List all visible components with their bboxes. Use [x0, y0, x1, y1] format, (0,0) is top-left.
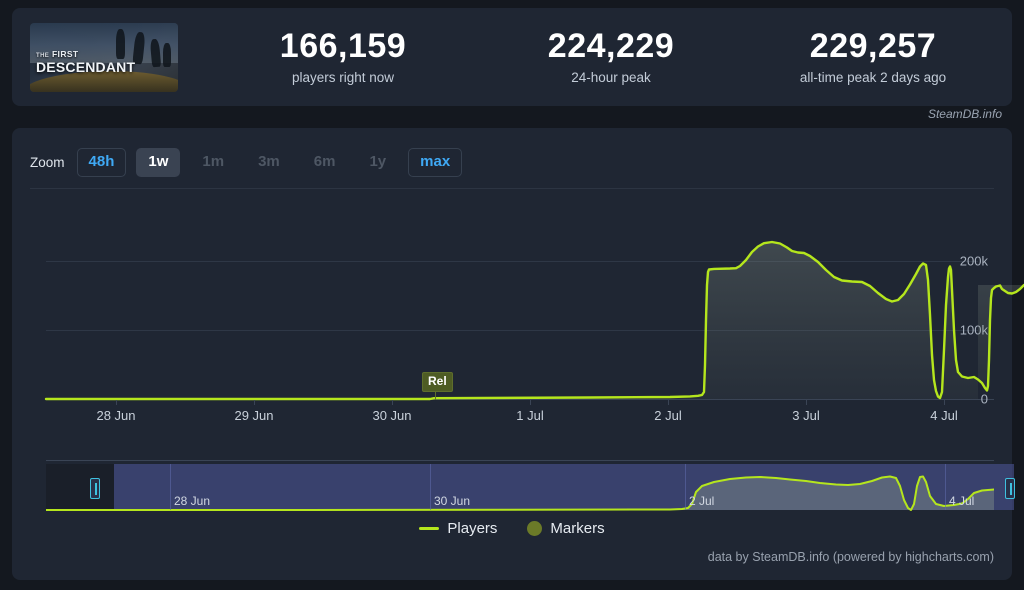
steamdb-watermark: SteamDB.info [927, 107, 1002, 121]
players-area-fill [46, 242, 1024, 399]
zoom-button-1m[interactable]: 1m [190, 148, 236, 177]
zoom-divider [30, 188, 994, 189]
stat-value: 166,159 [279, 27, 407, 66]
legend-item-markers[interactable]: Markers [527, 520, 605, 537]
players-line-icon [419, 527, 440, 530]
legend-label: Markers [550, 520, 605, 537]
legend-label: Players [447, 520, 498, 537]
zoom-label: Zoom [30, 154, 65, 170]
navigator-top-line [46, 460, 994, 461]
capsule-character-icon [115, 29, 125, 60]
x-axis-label-1-jul: 1 Jul [516, 408, 544, 423]
stat-24-hour-peak: 224,229 24-hour peak [496, 27, 726, 85]
navigator[interactable]: 28 Jun 30 Jun 2 Jul 4 Jul [30, 460, 1015, 511]
navigator-left-handle[interactable] [90, 478, 100, 499]
zoom-button-6m[interactable]: 6m [302, 148, 348, 177]
zoom-button-3m[interactable]: 3m [246, 148, 292, 177]
stat-label: 24-hour peak [571, 69, 651, 85]
markers-dot-icon [527, 521, 543, 536]
stat-value: 229,257 [809, 27, 937, 66]
zoom-button-48h[interactable]: 48h [76, 148, 127, 177]
x-axis-label-2-jul: 2 Jul [654, 408, 682, 423]
navigator-gridline [945, 464, 946, 510]
x-tick [254, 400, 255, 405]
release-marker-flag[interactable]: Rel [422, 372, 453, 393]
zoom-button-max[interactable]: max [408, 148, 463, 177]
stat-label: all-time peak 2 days ago [799, 69, 947, 85]
navigator-date-4-jul: 4 Jul [949, 494, 975, 508]
x-axis-label-28-jun: 28 Jun [96, 408, 136, 423]
x-axis-label-4-jul: 4 Jul [930, 408, 958, 423]
stat-all-time-peak: 229,257 all-time peak 2 days ago [748, 27, 998, 85]
legend-item-players[interactable]: Players [419, 520, 497, 537]
x-tick [116, 400, 117, 405]
players-series-svg [44, 240, 1024, 401]
stats-panel: THE FIRST DESCENDANT 166,159 players rig… [12, 8, 1012, 106]
main-plot-area[interactable]: 200k 100k 0 Rel 28 Jun 29 Jun 30 Jun 1 J… [30, 200, 1024, 460]
navigator-date-28-jun: 28 Jun [174, 494, 211, 508]
stat-value: 224,229 [547, 27, 675, 66]
x-tick [392, 400, 393, 405]
x-tick [668, 400, 669, 405]
navigator-right-handle[interactable] [1005, 478, 1015, 499]
navigator-gridline [430, 464, 431, 510]
game-capsule-image[interactable]: THE FIRST DESCENDANT [30, 22, 178, 92]
x-axis-label-30-jun: 30 Jun [372, 408, 412, 423]
chart-credit: data by SteamDB.info (powered by highcha… [707, 550, 994, 564]
chart-panel: Zoom 48h 1w 1m 3m 6m 1y max 200k 100k 0 [12, 128, 1024, 580]
navigator-gridline [685, 464, 686, 510]
navigator-date-30-jun: 30 Jun [434, 494, 471, 508]
capsule-title-line2: DESCENDANT [36, 58, 136, 75]
x-axis-label-29-jun: 29 Jun [234, 408, 274, 423]
navigator-gridline [170, 464, 171, 510]
chart-legend: Players Markers [12, 520, 1012, 537]
x-tick [806, 400, 807, 405]
steamdb-chart-page: THE FIRST DESCENDANT 166,159 players rig… [0, 0, 1024, 590]
capsule-title-line1: THE FIRST [36, 49, 79, 59]
x-tick [944, 400, 945, 405]
stat-label: players right now [291, 69, 395, 85]
x-tick [530, 400, 531, 405]
capsule-title-first: FIRST [51, 48, 79, 59]
zoom-button-1w[interactable]: 1w [136, 148, 181, 177]
capsule-character-icon [163, 43, 172, 68]
zoom-button-1y[interactable]: 1y [357, 148, 398, 177]
stat-players-right-now: 166,159 players right now [218, 27, 468, 85]
release-marker-stem [435, 392, 436, 400]
navigator-date-2-jul: 2 Jul [689, 494, 715, 508]
zoom-range-selector: Zoom 48h 1w 1m 3m 6m 1y max [30, 148, 472, 177]
x-axis-label-3-jul: 3 Jul [792, 408, 820, 423]
